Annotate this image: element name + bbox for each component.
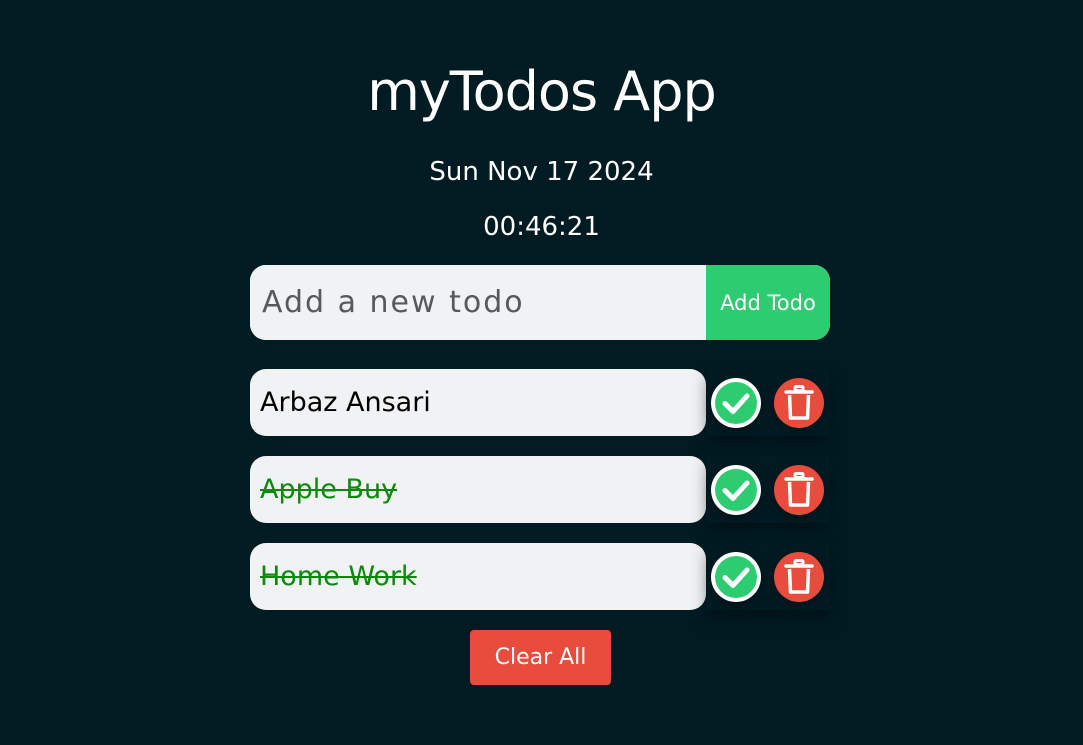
- todo-item: Home Work: [250, 543, 850, 610]
- complete-todo-button[interactable]: [711, 465, 761, 515]
- todo-text: Home Work: [250, 543, 706, 610]
- complete-todo-button[interactable]: [711, 378, 761, 428]
- delete-todo-button[interactable]: [774, 378, 824, 428]
- current-date: Sun Nov 17 2024: [429, 157, 654, 187]
- trash-icon: [784, 385, 814, 420]
- todo-text: Arbaz Ansari: [250, 369, 706, 436]
- todo-item: Arbaz Ansari: [250, 369, 850, 436]
- delete-todo-button[interactable]: [774, 465, 824, 515]
- todo-app: myTodos App Sun Nov 17 2024 00:46:21 Add…: [0, 0, 1083, 745]
- current-time: 00:46:21: [483, 212, 600, 242]
- add-todo-form: Add Todo: [250, 265, 830, 340]
- check-circle-icon: [715, 556, 757, 598]
- page-title: myTodos App: [367, 60, 717, 123]
- complete-todo-button[interactable]: [711, 552, 761, 602]
- trash-icon: [784, 559, 814, 594]
- new-todo-input[interactable]: [250, 265, 706, 340]
- check-circle-icon: [715, 382, 757, 424]
- add-todo-button[interactable]: Add Todo: [706, 265, 830, 340]
- trash-icon: [784, 472, 814, 507]
- delete-todo-button[interactable]: [774, 552, 824, 602]
- todo-item: Apple Buy: [250, 456, 850, 523]
- check-circle-icon: [715, 469, 757, 511]
- todo-list: Arbaz Ansari Apple Buy Home Work: [250, 369, 850, 630]
- clear-all-button[interactable]: Clear All: [470, 630, 611, 685]
- todo-text: Apple Buy: [250, 456, 706, 523]
